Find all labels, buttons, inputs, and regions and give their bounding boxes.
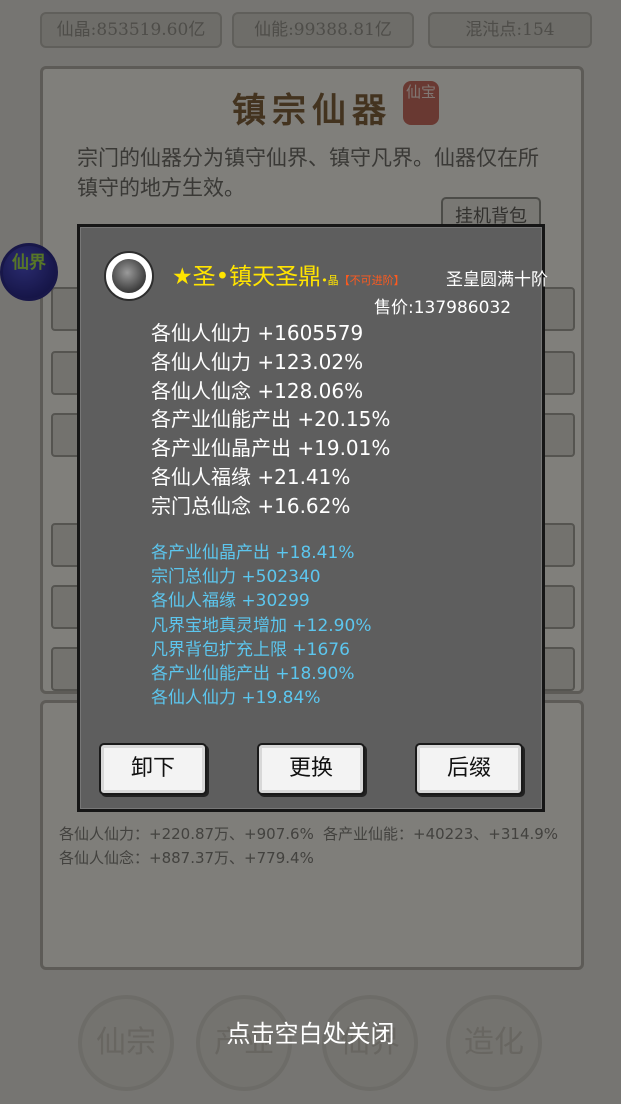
artifact-detail-dialog: ★圣•镇天圣鼎•晶【不可进阶】 圣皇圆满十阶 售价:137986032 各仙人仙… <box>77 224 548 812</box>
suffix-attribute: 各仙人福缘 +30299 <box>151 591 310 612</box>
close-hint: 点击空白处关闭 <box>226 1020 395 1048</box>
main-attribute: 各仙人仙力 +123.02% <box>151 349 364 374</box>
main-attribute: 各仙人仙念 +128.06% <box>151 378 364 403</box>
suffix-attribute: 各产业仙能产出 +18.90% <box>151 664 355 685</box>
cauldron-icon <box>104 251 154 301</box>
suffix-attribute: 宗门总仙力 +502340 <box>151 567 321 588</box>
main-attribute: 各产业仙晶产出 +19.01% <box>151 436 391 461</box>
suffix-attribute-list: 各产业仙晶产出 +18.41% 宗门总仙力 +502340 各仙人福缘 +302… <box>151 541 371 710</box>
suffix-attribute: 各仙人仙力 +19.84% <box>151 688 321 709</box>
main-attribute: 各仙人仙力 +1605579 <box>151 321 364 345</box>
suffix-attribute: 凡界宝地真灵增加 +12.90% <box>151 615 372 636</box>
item-name: ★圣•镇天圣鼎•晶【不可进阶】 <box>172 257 405 291</box>
upgrade-lock-tag: 【不可进阶】 <box>338 274 405 287</box>
main-attribute: 宗门总仙念 +16.62% <box>151 493 351 518</box>
item-rank: 圣皇圆满十阶 <box>446 270 548 290</box>
item-name-text: ★圣•镇天圣鼎 <box>172 264 322 290</box>
suffix-attribute: 凡界背包扩充上限 +1676 <box>151 639 350 660</box>
main-attribute: 各产业仙能产出 +20.15% <box>151 407 391 432</box>
suffix-button[interactable]: 后缀 <box>415 743 523 795</box>
main-attribute: 各仙人福缘 +21.41% <box>151 464 351 489</box>
item-price: 售价:137986032 <box>374 298 512 318</box>
replace-button[interactable]: 更换 <box>257 743 365 795</box>
item-grade: •晶 <box>321 274 339 287</box>
suffix-attribute: 各产业仙晶产出 +18.41% <box>151 543 355 563</box>
main-attribute-list: 各仙人仙力 +1605579 各仙人仙力 +123.02% 各仙人仙念 +128… <box>151 319 390 521</box>
unequip-button[interactable]: 卸下 <box>99 743 207 795</box>
